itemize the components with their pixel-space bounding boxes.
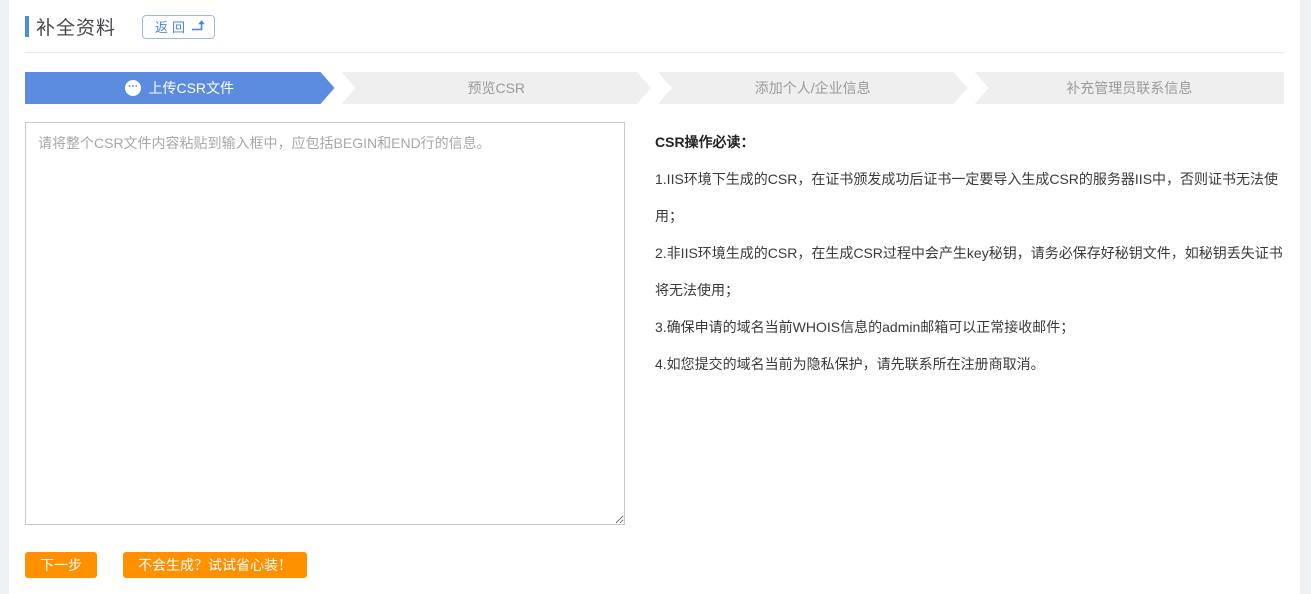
return-arrow-icon [189, 19, 206, 35]
back-button-label: 返回 [155, 17, 189, 36]
step-label: 上传CSR文件 [148, 78, 234, 98]
instruction-item: 3.确保申请的域名当前WHOIS信息的admin邮箱可以正常接收邮件； [655, 309, 1284, 346]
next-step-button[interactable]: 下一步 [25, 552, 97, 578]
main-content: CSR操作必读： 1.IIS环境下生成的CSR，在证书颁发成功后证书一定要导入生… [25, 122, 1284, 525]
instruction-item: 2.非IIS环境生成的CSR，在生成CSR过程中会产生key秘钥，请务必保存好秘… [655, 235, 1284, 309]
ellipsis-icon: ●●● [125, 80, 141, 96]
ellipsis-dots: ●●● [128, 84, 138, 88]
instruction-item: 4.如您提交的域名当前为隐私保护，请先联系所在注册商取消。 [655, 346, 1284, 383]
page-title: 补全资料 [36, 13, 116, 40]
action-bar: 下一步 不会生成？试试省心装！ [25, 552, 1284, 578]
easy-install-button[interactable]: 不会生成？试试省心装！ [123, 552, 307, 578]
page-header: 补全资料 返回 [25, 0, 1284, 40]
step-label: 补充管理员联系信息 [1066, 78, 1192, 98]
csr-instructions: CSR操作必读： 1.IIS环境下生成的CSR，在证书颁发成功后证书一定要导入生… [655, 122, 1284, 525]
step-wizard: ●●● 上传CSR文件 预览CSR 添加个人/企业信息 补充管理员联系信息 [25, 72, 1284, 104]
step-label: 预览CSR [467, 78, 525, 98]
content-panel: 补全资料 返回 ●●● 上传CSR文件 预览CSR 添加个人/企业信息 [9, 0, 1300, 594]
step-upload-csr[interactable]: ●●● 上传CSR文件 [25, 72, 335, 104]
step-preview-csr[interactable]: 预览CSR [342, 72, 652, 104]
instructions-title: CSR操作必读： [655, 124, 1284, 161]
title-accent-bar [25, 16, 29, 37]
step-label: 添加个人/企业信息 [755, 78, 871, 98]
instruction-item: 1.IIS环境下生成的CSR，在证书颁发成功后证书一定要导入生成CSR的服务器I… [655, 161, 1284, 235]
step-admin-contact[interactable]: 补充管理员联系信息 [975, 72, 1285, 104]
step-add-info[interactable]: 添加个人/企业信息 [658, 72, 968, 104]
header-divider [25, 52, 1284, 53]
back-button[interactable]: 返回 [142, 15, 215, 39]
csr-input[interactable] [25, 122, 625, 525]
